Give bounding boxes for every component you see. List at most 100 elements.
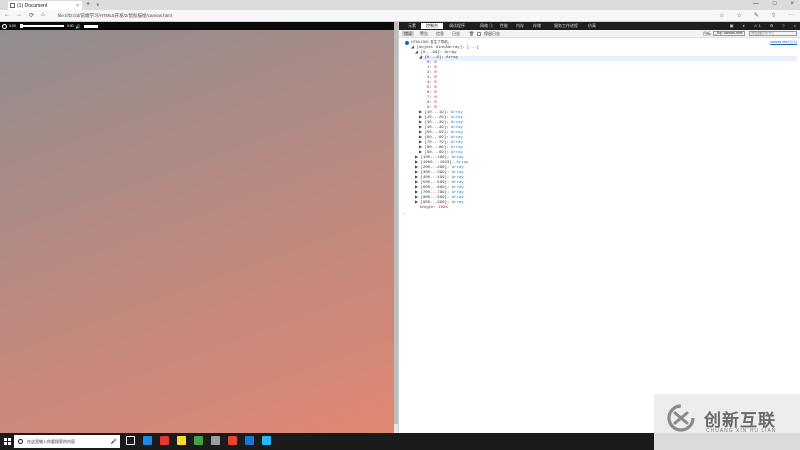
preserve-log-checkbox[interactable] xyxy=(477,32,481,36)
taskbar-app-icon[interactable] xyxy=(126,436,135,445)
more-icon[interactable]: ··· xyxy=(788,12,794,19)
windows-start-icon[interactable] xyxy=(4,438,11,445)
taskbar-app-icon[interactable] xyxy=(245,436,254,445)
page-canvas[interactable]: 0:00 0:00 🔊 xyxy=(0,22,394,433)
console-group-label: [700...799] xyxy=(420,191,447,195)
settings-icon[interactable]: ⚙ xyxy=(770,23,774,28)
close-window-button[interactable]: × xyxy=(790,1,794,7)
close-devtools-icon[interactable]: × xyxy=(794,23,796,28)
taskbar-app-icon[interactable] xyxy=(160,436,169,445)
taskbar-app-icon[interactable] xyxy=(194,436,203,445)
clear-console-icon[interactable]: 🗑 xyxy=(467,31,476,36)
forward-button[interactable]: → xyxy=(16,12,22,18)
console-group-label: [300...399] xyxy=(420,171,447,175)
notes-icon[interactable]: ✎ xyxy=(754,12,759,19)
favorite-icon[interactable]: ☆ xyxy=(719,12,724,19)
taskbar-app-icon[interactable] xyxy=(211,436,220,445)
console-group-label: [100...199] xyxy=(420,156,447,160)
array-type: Array xyxy=(451,196,464,200)
refresh-button[interactable]: ⟳ xyxy=(29,12,34,19)
taskbar-app-icon[interactable] xyxy=(228,436,237,445)
microphone-icon[interactable]: 🎤 xyxy=(111,439,117,445)
array-type: Array xyxy=(450,151,463,155)
new-tab-button[interactable]: + xyxy=(86,1,90,8)
filter-warning-button[interactable]: 警告 xyxy=(418,31,430,36)
cortana-icon[interactable] xyxy=(18,439,23,444)
console-group-label: [600...699] xyxy=(420,186,447,190)
console-filter-input[interactable]: 筛选器(Ctrl+F) xyxy=(749,31,797,36)
console-group-label: [60...69] xyxy=(424,136,447,140)
taskbar-search[interactable]: 在这里输入你要搜索的内容 🎤 xyxy=(14,435,120,448)
error-indicator-icon[interactable]: ● xyxy=(742,23,744,28)
warning-count[interactable]: ⚠ 1 xyxy=(754,23,761,28)
console-prompt[interactable]: › xyxy=(403,211,404,216)
console-group-label: [900...999] xyxy=(420,201,447,205)
console-group-label: [40...49] xyxy=(424,126,447,130)
devtools-tab[interactable]: 存储 xyxy=(528,23,546,29)
brand-name-latin: CHUANG XIN HU LIAN xyxy=(706,428,777,434)
array-value: 0 xyxy=(434,91,437,95)
array-type: Array xyxy=(451,156,464,160)
filter-log-button[interactable]: 日志 xyxy=(450,31,462,36)
minimize-button[interactable]: — xyxy=(753,1,759,7)
search-placeholder: 在这里输入你要搜索的内容 xyxy=(27,438,75,444)
tab-strip: (1) Document × + ∨ — □ × xyxy=(0,0,800,10)
console-group-label: [80...89] xyxy=(424,146,447,150)
array-type: Array xyxy=(450,126,463,130)
url-field[interactable]: file:///D:/zd/前端学习/HTML5开发/2/鼠标描绘/canvas… xyxy=(58,13,172,19)
address-bar: ← → ⟳ ⌂ file:///D:/zd/前端学习/HTML5开发/2/鼠标描… xyxy=(0,10,800,22)
console-group-row[interactable]: ◢ [0...9]: Array xyxy=(419,56,797,61)
total-time: 0:00 xyxy=(66,24,74,28)
devtools-tab[interactable]: 控制台 xyxy=(421,23,443,29)
play-icon[interactable] xyxy=(2,23,7,29)
array-type: Array xyxy=(450,141,463,145)
array-value: 0 xyxy=(434,76,437,80)
devtools-tab[interactable]: 内存 xyxy=(511,23,529,29)
devtools-tab[interactable]: 元素 xyxy=(403,23,421,29)
volume-icon[interactable]: 🔊 xyxy=(76,24,81,29)
taskbar-app-icon[interactable] xyxy=(177,436,186,445)
seek-handle[interactable] xyxy=(19,24,23,28)
array-type: Array xyxy=(451,186,464,190)
array-value: 0 xyxy=(434,61,437,65)
taskbar-app-icon[interactable] xyxy=(262,436,271,445)
tab-document[interactable]: (1) Document × xyxy=(8,1,82,10)
devtools-tab[interactable]: 调试程序 xyxy=(444,23,470,29)
seek-bar[interactable] xyxy=(19,24,64,28)
help-icon[interactable]: ? xyxy=(782,23,784,28)
back-button[interactable]: ← xyxy=(4,12,10,18)
array-value: 0 xyxy=(434,106,437,110)
array-value: 0 xyxy=(434,66,437,70)
brand-watermark: 创新互联 CHUANG XIN HU LIAN xyxy=(654,394,800,450)
console-group-label: [10...19] xyxy=(424,111,447,115)
source-link[interactable]: canvas.html (1,1) xyxy=(770,40,797,44)
maximize-button[interactable]: □ xyxy=(773,1,777,7)
console-group-label: [90...99] xyxy=(424,151,447,155)
info-text: HTML1300: 发生了导航。 xyxy=(411,40,452,44)
console-length-row[interactable]: length: 1024 xyxy=(419,206,448,211)
current-time: 0:00 xyxy=(9,24,16,28)
tab-title: (1) Document xyxy=(17,2,48,9)
array-type: Array xyxy=(451,191,464,195)
info-message: HTML1300: 发生了导航。 xyxy=(405,40,451,45)
address-bar-actions: ☆ ☆ ✎ ⇧ ··· xyxy=(719,12,794,19)
devtools-tab[interactable]: 服务工作进程 xyxy=(549,23,583,29)
console-group-label: [400...499] xyxy=(420,176,447,180)
array-type: Array xyxy=(451,171,464,175)
tab-close-icon[interactable]: × xyxy=(76,3,79,9)
dock-icon[interactable]: ▣ xyxy=(730,23,734,28)
filter-error-button[interactable]: 错误 xyxy=(402,31,414,36)
devtools-tab[interactable]: 仿真 xyxy=(583,23,601,29)
volume-slider[interactable] xyxy=(83,24,98,28)
taskbar-app-icon[interactable] xyxy=(143,436,152,445)
share-icon[interactable]: ⇧ xyxy=(771,12,776,19)
array-type: Array xyxy=(450,146,463,150)
devtools-actions: ▣ ● ⚠ 1 ⚙ ? × xyxy=(730,23,796,28)
console-toolbar: 错误 警告 信息 日志 🗑 保留日志 目标 _top: canvas.html … xyxy=(399,30,800,38)
target-select[interactable]: _top: canvas.html xyxy=(713,31,745,36)
filter-info-button[interactable]: 信息 xyxy=(434,31,446,36)
favorites-list-icon[interactable]: ☆ xyxy=(737,12,742,19)
home-button[interactable]: ⌂ xyxy=(41,12,45,18)
audio-player: 0:00 0:00 🔊 xyxy=(0,22,394,30)
tab-list-icon[interactable]: ∨ xyxy=(96,2,100,8)
